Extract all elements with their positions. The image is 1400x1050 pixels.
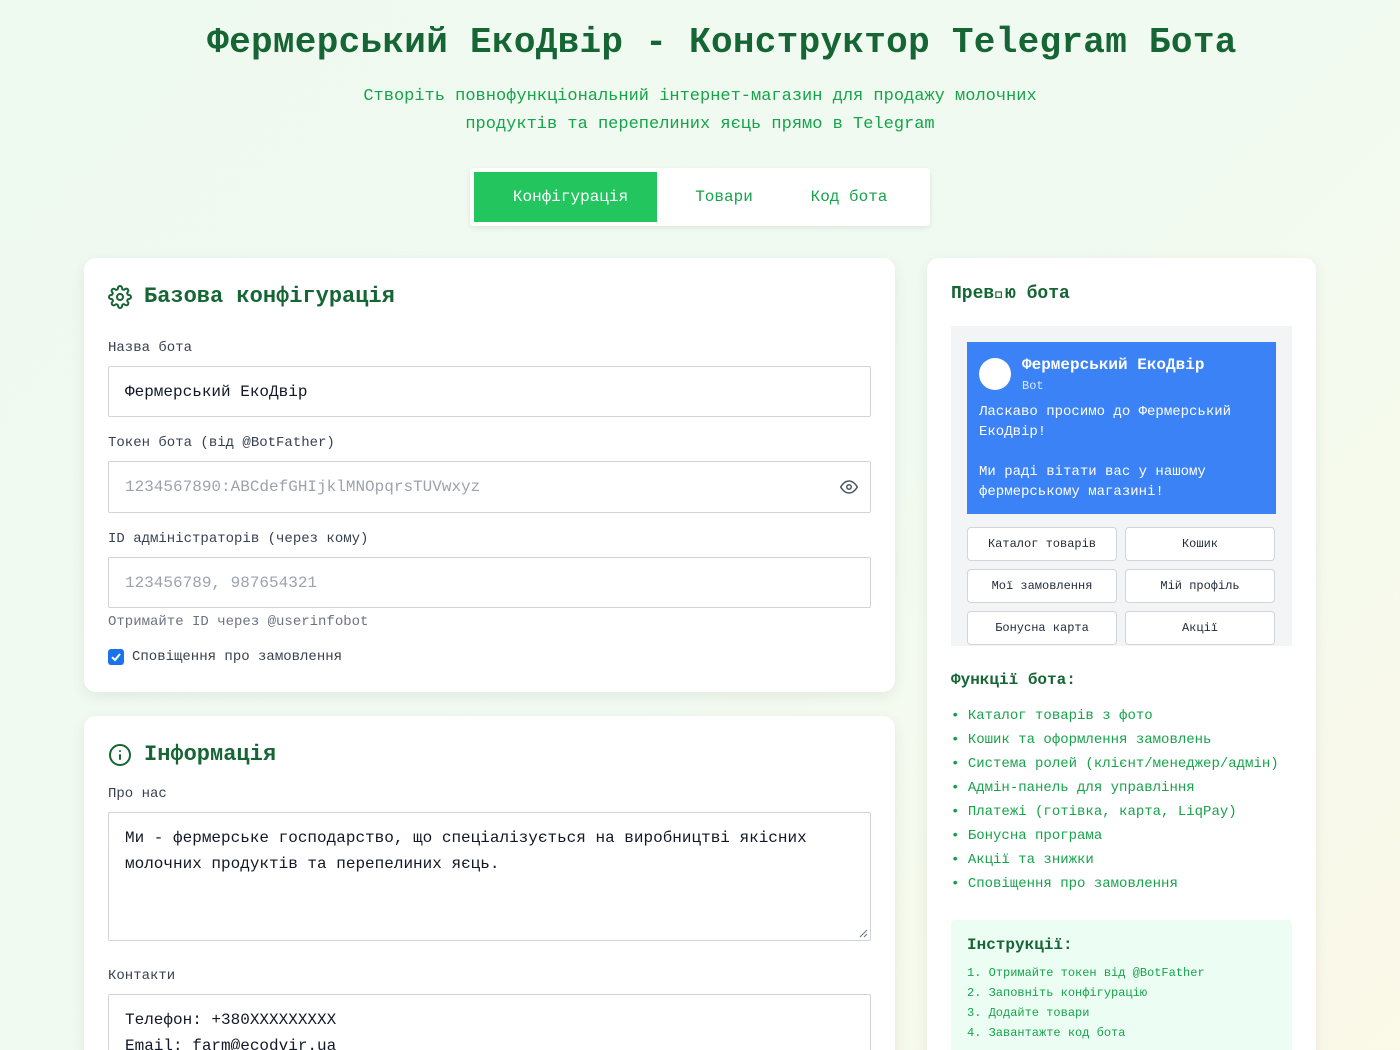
token-label: Токен бота (від @BotFather) bbox=[108, 435, 335, 451]
telegram-preview: Фермерський ЕкоДвір Bot Ласкаво просимо … bbox=[951, 326, 1292, 646]
about-text: Ми - фермерське господарство, що спеціал… bbox=[125, 829, 807, 873]
checkmark-icon bbox=[111, 653, 121, 662]
instruction-item: 2. Заповніть конфігурацію bbox=[967, 986, 1148, 1000]
kb-cart-button[interactable]: Кошик bbox=[1125, 527, 1275, 561]
tab-configuration[interactable]: Конфігурація bbox=[474, 172, 657, 222]
bot-name-input[interactable]: Фермерський ЕкоДвір bbox=[108, 366, 871, 417]
instruction-item: 4. Завантажте код бота bbox=[967, 1026, 1126, 1040]
token-input[interactable]: 1234567890:ABCdefGHIjklMNOpqrsTUVwxyz bbox=[108, 461, 871, 513]
page-title: Фермерський ЕкоДвір - Конструктор Telegr… bbox=[0, 22, 1400, 63]
feature-item: Система ролей (клієнт/менеджер/адмін) bbox=[951, 756, 1279, 780]
info-card: Інформація Про нас Ми - фермерське госпо… bbox=[84, 716, 895, 1050]
bot-message-text: Ласкаво просимо до Фермерський ЕкоДвір! … bbox=[979, 404, 1232, 500]
info-title-text: Інформація bbox=[144, 742, 277, 767]
kb-profile-button[interactable]: Мій профіль bbox=[1125, 569, 1275, 603]
instruction-item: 3. Додайте товари bbox=[967, 1006, 1090, 1020]
info-icon bbox=[109, 743, 131, 766]
notify-checkbox[interactable] bbox=[108, 649, 124, 665]
bot-message: Фермерський ЕкоДвір Bot Ласкаво просимо … bbox=[967, 342, 1276, 514]
contacts-phone: Телефон: +380XXXXXXXXX bbox=[125, 1011, 337, 1029]
tab-label: Конфігурація bbox=[512, 188, 629, 206]
kb-catalog-button[interactable]: Каталог товарів bbox=[967, 527, 1117, 561]
instructions-title: Інструкції: bbox=[967, 936, 1073, 954]
page-subtitle: Створіть повнофункціональний інтернет-ма… bbox=[363, 87, 1037, 134]
about-label: Про нас bbox=[108, 786, 167, 802]
tab-products[interactable]: Товари bbox=[657, 172, 781, 222]
bot-name: Фермерський ЕкоДвір bbox=[1022, 356, 1205, 374]
bot-avatar bbox=[979, 358, 1011, 390]
bot-preview-card: Прев ю бота Фермерський ЕкоДвір Bot Ласк… bbox=[927, 258, 1316, 1050]
admin-ids-placeholder: 123456789, 987654321 bbox=[125, 573, 318, 592]
about-textarea[interactable]: Ми - фермерське господарство, що спеціал… bbox=[108, 812, 871, 941]
eye-icon[interactable] bbox=[839, 478, 859, 496]
contacts-email: Email: farm@ecodvir.ua bbox=[125, 1037, 337, 1050]
admin-ids-hint: Отримайте ID через @userinfobot bbox=[108, 614, 369, 630]
contacts-label: Контакти bbox=[108, 968, 176, 984]
feature-item: Каталог товарів з фото bbox=[951, 708, 1279, 732]
contacts-textarea[interactable]: Телефон: +380XXXXXXXXX Email: farm@ecodv… bbox=[108, 994, 871, 1050]
page-title-text: Фермерський ЕкоДвір - Конструктор Telegr… bbox=[207, 22, 1237, 63]
feature-item: Бонусна програма bbox=[951, 828, 1279, 852]
instruction-item: 1. Отримайте токен від @BotFather bbox=[967, 966, 1205, 980]
tab-bot-code[interactable]: Код бота bbox=[781, 172, 907, 222]
token-placeholder: 1234567890:ABCdefGHIjklMNOpqrsTUVwxyz bbox=[125, 478, 481, 496]
features-title: Функції бота: bbox=[951, 671, 1076, 689]
instructions-box: Інструкції: 1. Отримайте токен від @BotF… bbox=[951, 920, 1292, 1050]
kb-bonus-button[interactable]: Бонусна карта bbox=[967, 611, 1117, 645]
feature-item: Платежі (готівка, карта, LiqPay) bbox=[951, 804, 1279, 828]
admin-ids-label: ID адміністраторів (через кому) bbox=[108, 531, 369, 547]
preview-title-text: Прев ю бота bbox=[951, 284, 1070, 304]
features-list: Каталог товарів з фото Кошик та оформлен… bbox=[951, 708, 1279, 900]
tab-label: Код бота bbox=[810, 188, 888, 206]
resize-handle-icon[interactable] bbox=[858, 928, 868, 938]
page-header: Фермерський ЕкоДвір - Конструктор Telegr… bbox=[0, 0, 1400, 139]
admin-ids-input[interactable]: 123456789, 987654321 bbox=[108, 557, 871, 608]
instructions-list: 1. Отримайте токен від @BotFather 2. Зап… bbox=[967, 966, 1276, 1046]
notify-checkbox-row[interactable]: Сповіщення про замовлення bbox=[108, 649, 342, 665]
feature-item: Акції та знижки bbox=[951, 852, 1279, 876]
notify-label: Сповіщення про замовлення bbox=[132, 649, 343, 665]
tab-bar: Конфігурація Товари Код бота bbox=[470, 168, 930, 226]
feature-item: Сповіщення про замовлення bbox=[951, 876, 1279, 900]
preview-title: Прев ю бота bbox=[951, 284, 1070, 304]
config-title-text: Базова конфігурація bbox=[144, 284, 395, 309]
kb-orders-button[interactable]: Мої замовлення bbox=[967, 569, 1117, 603]
tab-label: Товари bbox=[695, 188, 753, 206]
feature-item: Адмін-панель для управління bbox=[951, 780, 1279, 804]
kb-promo-button[interactable]: Акції bbox=[1125, 611, 1275, 645]
config-card-title: Базова конфігурація bbox=[108, 284, 395, 309]
info-card-title: Інформація bbox=[108, 742, 276, 767]
bot-subtitle: Bot bbox=[1022, 379, 1044, 393]
gear-icon bbox=[108, 284, 132, 309]
feature-item: Кошик та оформлення замовлень bbox=[951, 732, 1279, 756]
bot-name-label: Назва бота bbox=[108, 340, 193, 356]
config-card: Базова конфігурація Назва бота Фермерськ… bbox=[84, 258, 895, 692]
